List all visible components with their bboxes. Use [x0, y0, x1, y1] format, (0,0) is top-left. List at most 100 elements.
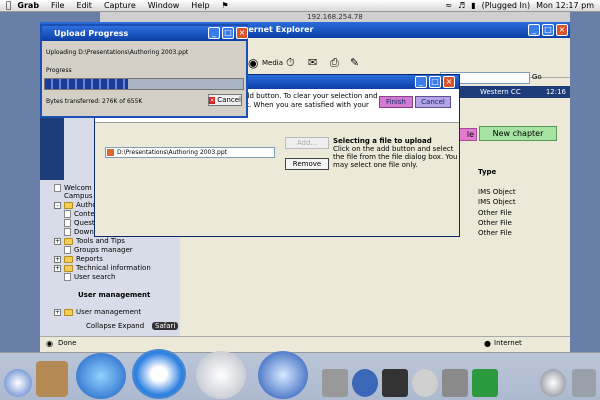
upload-title: Upload Progress: [54, 29, 129, 38]
nav-reports[interactable]: + Reports: [54, 255, 103, 263]
folder-icon: [64, 264, 73, 272]
expand-link[interactable]: Expand: [118, 322, 144, 330]
edit-icon[interactable]: ✎: [350, 56, 359, 69]
battery-status: (Plugged In): [481, 1, 531, 10]
media-button[interactable]: Media: [262, 59, 283, 67]
collapse-icon[interactable]: -: [54, 201, 61, 209]
system-preferences-icon[interactable]: [322, 369, 348, 397]
volume-icon[interactable]: ♬: [458, 1, 465, 10]
expand-icon[interactable]: +: [54, 308, 61, 316]
ppt-file-icon: [107, 149, 114, 156]
go-button[interactable]: Go: [532, 73, 542, 81]
menu-help[interactable]: Help: [185, 1, 215, 10]
header-time: 12:16: [545, 88, 566, 96]
maximize-icon[interactable]: □: [429, 76, 441, 88]
nav-downloads[interactable]: Downl: [64, 228, 96, 236]
menu-edit[interactable]: Edit: [70, 1, 98, 10]
menu-window[interactable]: Window: [142, 1, 186, 10]
grab-icon[interactable]: [412, 369, 438, 397]
flag-icon[interactable]: ⚑: [216, 1, 235, 10]
printer-icon[interactable]: [442, 369, 468, 397]
nav-campus[interactable]: Campus: [64, 192, 93, 200]
dialog-cancel-button[interactable]: Cancel: [415, 96, 451, 108]
upload-cancel-button[interactable]: × Cancel: [208, 94, 242, 106]
nav-questions[interactable]: Quest: [64, 219, 95, 227]
quicktime-icon[interactable]: [258, 351, 308, 399]
doc-icon: [64, 273, 71, 281]
new-chapter-button[interactable]: New chapter: [479, 126, 557, 141]
media-icon[interactable]: ◉: [248, 56, 258, 70]
close-icon[interactable]: ×: [556, 24, 568, 36]
nav-tools-and-tips[interactable]: + Tools and Tips: [54, 237, 125, 245]
help-icon[interactable]: [352, 369, 378, 397]
cancel-icon: ×: [209, 96, 216, 104]
selection-help: Selecting a file to upload Click on the …: [333, 137, 458, 169]
bytes-transferred-label: Bytes transferred:: [46, 98, 101, 105]
expand-icon[interactable]: +: [54, 255, 61, 263]
file-path-text: D:\Presentations\Authoring 2003.ppt: [117, 149, 228, 156]
doc-icon: [64, 210, 71, 218]
ie-status-bar: ◉ Done ● Internet: [40, 336, 570, 350]
expand-label: Expand: [118, 322, 145, 330]
maximize-icon[interactable]: □: [222, 27, 234, 39]
address-book-icon[interactable]: [36, 361, 68, 397]
add-button[interactable]: Add...: [285, 137, 329, 149]
progress-label: Progress: [46, 67, 72, 74]
nav-welcome[interactable]: Welcom: [54, 184, 92, 192]
close-icon[interactable]: ×: [443, 76, 455, 88]
selected-file-field[interactable]: D:\Presentations\Authoring 2003.ppt: [105, 147, 275, 158]
minimize-icon[interactable]: _: [208, 27, 220, 39]
safari-icon[interactable]: [132, 349, 186, 399]
type-cell: IMS Object: [478, 198, 516, 206]
nav-label: Groups manager: [74, 246, 133, 254]
heading-text: User management: [78, 291, 151, 299]
menu-app-grab[interactable]: Grab: [11, 1, 45, 10]
collapse-link[interactable]: Collapse: [86, 322, 116, 330]
finder-icon[interactable]: [4, 369, 32, 397]
nav-groups-manager[interactable]: Groups manager: [64, 246, 133, 254]
menu-file[interactable]: File: [45, 1, 70, 10]
itunes-icon[interactable]: [196, 351, 246, 399]
finish-button[interactable]: Finish: [379, 96, 413, 108]
minimize-icon[interactable]: _: [415, 76, 427, 88]
print-icon[interactable]: ⎙: [330, 56, 339, 70]
remove-button[interactable]: Remove: [285, 158, 329, 170]
trash-icon[interactable]: [572, 369, 596, 397]
nav-content[interactable]: Conte: [64, 210, 95, 218]
maximize-icon[interactable]: □: [542, 24, 554, 36]
remote-desktop-icon[interactable]: [472, 369, 498, 397]
type-cell: Other File: [478, 219, 512, 227]
mail-dock-icon[interactable]: [540, 369, 566, 397]
nav-user-management[interactable]: + User management: [54, 308, 141, 316]
apple-menu-icon[interactable]: : [0, 1, 11, 11]
internet-zone-icon: ●: [484, 339, 491, 348]
type-cell: Other File: [478, 209, 512, 217]
doc-icon: [64, 219, 71, 227]
internet-explorer-icon[interactable]: [76, 353, 126, 399]
nav-label: User management: [76, 308, 142, 316]
doc-icon: [64, 228, 71, 236]
help-title: Selecting a file to upload: [333, 137, 432, 145]
nav-label: Technical information: [76, 264, 151, 272]
nav-label: Welcom: [64, 184, 92, 192]
battery-icon[interactable]: ▮: [471, 1, 475, 10]
history-icon[interactable]: ⏱: [286, 56, 295, 70]
mail-icon[interactable]: ✉: [308, 56, 317, 69]
nav-technical-information[interactable]: + Technical information: [54, 264, 151, 272]
menu-capture[interactable]: Capture: [98, 1, 142, 10]
doc-icon: [64, 246, 71, 254]
column-header-type[interactable]: Type: [478, 168, 496, 176]
close-icon[interactable]: ×: [236, 27, 248, 39]
upload-progress-window: Upload Progress _ □ × Uploading D:\Prese…: [40, 24, 248, 118]
clock[interactable]: Mon 12:17 pm: [536, 1, 594, 10]
folder-icon: [64, 308, 73, 316]
clapper-icon[interactable]: [382, 369, 408, 397]
minimize-icon[interactable]: _: [528, 24, 540, 36]
expand-icon[interactable]: +: [54, 237, 61, 245]
nav-user-search[interactable]: User search: [64, 273, 115, 281]
nav-label: Conte: [74, 210, 95, 218]
expand-icon[interactable]: +: [54, 264, 61, 272]
type-cell: IMS Object: [478, 188, 516, 196]
type-cell: Other File: [478, 229, 512, 237]
airport-icon[interactable]: ≈: [445, 1, 452, 10]
